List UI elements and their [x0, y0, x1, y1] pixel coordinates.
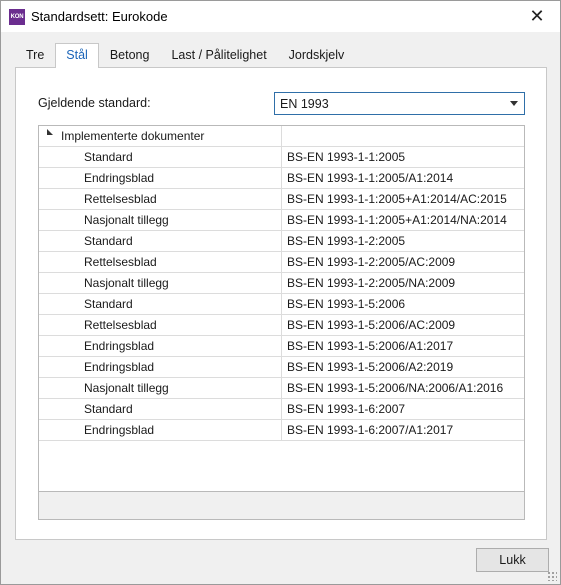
document-id-cell: BS-EN 1993-1-1:2005	[287, 150, 406, 164]
table-row[interactable]: Standard BS-EN 1993-1-6:2007	[39, 399, 524, 420]
document-type-cell: Standard	[39, 147, 282, 167]
standard-dropdown[interactable]: EN 1993	[274, 92, 525, 115]
document-id-cell: BS-EN 1993-1-5:2006/NA:2006/A1:2016	[287, 381, 504, 395]
table-row[interactable]: Endringsblad BS-EN 1993-1-5:2006/A1:2017	[39, 336, 524, 357]
document-type-label: Rettelsesblad	[84, 255, 157, 269]
grid-footer	[39, 491, 524, 519]
document-id-cell: BS-EN 1993-1-6:2007/A1:2017	[287, 423, 454, 437]
documents-grid-body: Implementerte dokumenter Standard BS-EN 1…	[39, 126, 524, 492]
group-label: Implementerte dokumenter	[61, 129, 205, 143]
document-id-cell: BS-EN 1993-1-5:2006/A2:2019	[287, 360, 454, 374]
document-type-label: Nasjonalt tillegg	[84, 381, 169, 395]
document-type-label: Standard	[84, 150, 133, 164]
dialog-window: KON Standardsett: Eurokode ✕ Tre Stål Beto…	[0, 0, 561, 585]
document-id-cell: BS-EN 1993-1-5:2006/A1:2017	[287, 339, 454, 353]
resize-grip[interactable]	[547, 571, 557, 581]
table-row[interactable]: Standard BS-EN 1993-1-1:2005	[39, 147, 524, 168]
document-id-cell: BS-EN 1993-1-2:2005/AC:2009	[287, 255, 456, 269]
document-id-cell: BS-EN 1993-1-2:2005/NA:2009	[287, 276, 456, 290]
document-type-label: Endringsblad	[84, 339, 155, 353]
document-type-cell: Endringsblad	[39, 420, 282, 440]
document-type-cell: Endringsblad	[39, 336, 282, 356]
document-type-label: Rettelsesblad	[84, 318, 157, 332]
expand-triangle-icon[interactable]	[47, 129, 53, 135]
close-icon: ✕	[529, 6, 545, 26]
table-row[interactable]: Rettelsesblad BS-EN 1993-1-5:2006/AC:2009	[39, 315, 524, 336]
document-type-label: Nasjonalt tillegg	[84, 276, 169, 290]
document-type-label: Standard	[84, 297, 133, 311]
table-row[interactable]: Endringsblad BS-EN 1993-1-5:2006/A2:2019	[39, 357, 524, 378]
tab-tre[interactable]: Tre	[15, 43, 55, 67]
close-button[interactable]: Lukk	[476, 548, 549, 572]
table-row[interactable]: Nasjonalt tillegg BS-EN 1993-1-2:2005/NA:…	[39, 273, 524, 294]
document-id-cell: BS-EN 1993-1-6:2007	[287, 402, 406, 416]
documents-grid: Implementerte dokumenter Standard BS-EN 1…	[38, 125, 525, 520]
app-logo-icon: KON	[9, 9, 25, 25]
document-type-cell: Endringsblad	[39, 168, 282, 188]
chevron-down-icon	[510, 101, 518, 106]
standard-dropdown-value: EN 1993	[280, 97, 329, 111]
document-type-label: Standard	[84, 234, 133, 248]
table-row[interactable]: Standard BS-EN 1993-1-5:2006	[39, 294, 524, 315]
document-type-cell: Nasjonalt tillegg	[39, 378, 282, 398]
table-row[interactable]: Endringsblad BS-EN 1993-1-6:2007/A1:2017	[39, 420, 524, 441]
document-id-cell: BS-EN 1993-1-5:2006/AC:2009	[287, 318, 456, 332]
title-bar: KON Standardsett: Eurokode ✕	[1, 1, 560, 32]
document-type-label: Rettelsesblad	[84, 192, 157, 206]
document-type-cell: Standard	[39, 294, 282, 314]
group-row[interactable]: Implementerte dokumenter	[39, 126, 524, 147]
document-type-cell: Rettelsesblad	[39, 252, 282, 272]
tab-jordskjelv[interactable]: Jordskjelv	[278, 43, 356, 67]
document-type-cell: Standard	[39, 231, 282, 251]
document-type-cell: Rettelsesblad	[39, 315, 282, 335]
document-type-label: Endringsblad	[84, 360, 155, 374]
tab-stål[interactable]: Stål	[55, 43, 99, 68]
tab-panel-stal: Gjeldende standard: EN 1993 Implementert…	[15, 67, 547, 540]
table-row[interactable]: Standard BS-EN 1993-1-2:2005	[39, 231, 524, 252]
document-type-cell: Nasjonalt tillegg	[39, 273, 282, 293]
tab-strip: Tre Stål Betong Last / Pålitelighet Jordskje…	[15, 43, 356, 68]
document-type-label: Standard	[84, 402, 133, 416]
standard-label: Gjeldende standard:	[38, 96, 151, 110]
document-type-cell: Standard	[39, 399, 282, 419]
document-type-cell: Nasjonalt tillegg	[39, 210, 282, 230]
tab-betong[interactable]: Betong	[99, 43, 161, 67]
document-id-cell: BS-EN 1993-1-2:2005	[287, 234, 406, 248]
table-row[interactable]: Nasjonalt tillegg BS-EN 1993-1-1:2005+A1:…	[39, 210, 524, 231]
table-row[interactable]: Nasjonalt tillegg BS-EN 1993-1-5:2006/NA:…	[39, 378, 524, 399]
tab-last-pålitelighet[interactable]: Last / Pålitelighet	[160, 43, 277, 67]
table-row[interactable]: Endringsblad BS-EN 1993-1-1:2005/A1:2014	[39, 168, 524, 189]
document-type-label: Endringsblad	[84, 423, 155, 437]
group-cell: Implementerte dokumenter	[39, 126, 282, 146]
window-title: Standardsett: Eurokode	[31, 9, 168, 24]
document-type-cell: Rettelsesblad	[39, 189, 282, 209]
document-type-cell: Endringsblad	[39, 357, 282, 377]
table-row[interactable]: Rettelsesblad BS-EN 1993-1-1:2005+A1:2014…	[39, 189, 524, 210]
close-window-button[interactable]: ✕	[514, 1, 560, 32]
document-id-cell: BS-EN 1993-1-1:2005+A1:2014/AC:2015	[287, 192, 507, 206]
document-id-cell: BS-EN 1993-1-1:2005+A1:2014/NA:2014	[287, 213, 507, 227]
document-type-label: Endringsblad	[84, 171, 155, 185]
table-row[interactable]: Rettelsesblad BS-EN 1993-1-2:2005/AC:2009	[39, 252, 524, 273]
document-id-cell: BS-EN 1993-1-1:2005/A1:2014	[287, 171, 454, 185]
document-type-label: Nasjonalt tillegg	[84, 213, 169, 227]
document-id-cell: BS-EN 1993-1-5:2006	[287, 297, 406, 311]
